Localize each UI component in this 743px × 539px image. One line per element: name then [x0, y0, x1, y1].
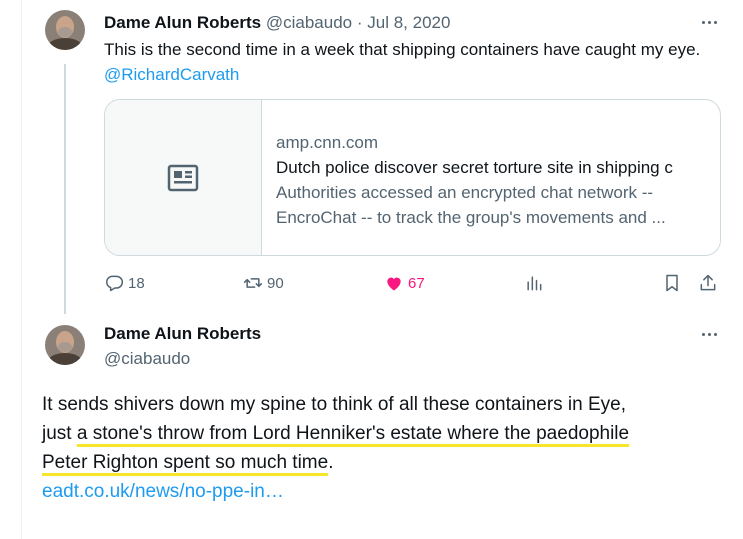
tweet-text: It sends shivers down my spine to think …	[42, 390, 722, 506]
card-description-line-1: Authorities accessed an encrypted chat n…	[276, 183, 654, 202]
share-icon	[700, 274, 716, 291]
card-title: Dutch police discover secret torture sit…	[276, 158, 673, 177]
separator: ·	[356, 13, 363, 32]
avatar[interactable]	[45, 10, 85, 50]
timeline-border	[21, 0, 22, 539]
reply-button[interactable]: 18	[104, 270, 145, 296]
like-count: 67	[408, 274, 425, 292]
bookmark-icon	[666, 274, 678, 292]
more-icon[interactable]	[697, 12, 721, 32]
author-handle[interactable]: @ciabaudo	[104, 348, 190, 370]
link-card[interactable]: amp.cnn.com Dutch police discover secret…	[104, 99, 721, 256]
retweet-count: 90	[267, 274, 284, 292]
author-name[interactable]: Dame Alun Roberts	[104, 323, 261, 345]
tweet-header: Dame Alun Roberts @ciabaudo · Jul 8, 202…	[104, 12, 450, 34]
avatar[interactable]	[45, 325, 85, 365]
article-icon	[167, 164, 199, 191]
highlighted-text-1: a stone's throw from Lord Henniker's est…	[76, 423, 630, 444]
author-name[interactable]: Dame Alun Roberts	[104, 13, 261, 32]
highlighted-text-2: Peter Righton spent so much time	[42, 452, 329, 473]
bookmark-button[interactable]	[662, 270, 682, 296]
action-bar: 18 90 67	[104, 270, 724, 296]
tweet-text-period: .	[328, 452, 334, 473]
heart-icon	[387, 277, 401, 291]
mention-link[interactable]: @RichardCarvath	[104, 65, 239, 84]
article-link[interactable]: eadt.co.uk/news/no-ppe-in…	[42, 477, 722, 506]
card-description-line-2: EncroChat -- to track the group's moveme…	[276, 208, 666, 227]
author-handle[interactable]: @ciabaudo	[266, 13, 352, 32]
tweet-text-part-1: It sends shivers down my spine to think …	[42, 394, 627, 415]
like-button[interactable]: 67	[384, 270, 425, 296]
reply-icon	[106, 275, 124, 292]
card-thumbnail	[105, 100, 262, 255]
tweet-text: This is the second time in a week that s…	[104, 37, 724, 87]
tweet-date[interactable]: Jul 8, 2020	[367, 13, 450, 32]
more-icon[interactable]	[697, 324, 721, 344]
thread-connector	[64, 64, 66, 314]
retweet-icon	[243, 278, 263, 288]
tweet-text-part-2: just	[42, 423, 77, 444]
views-icon	[527, 276, 542, 291]
retweet-button[interactable]: 90	[243, 270, 284, 296]
views-button[interactable]	[524, 270, 544, 296]
card-domain: amp.cnn.com	[276, 133, 379, 152]
card-text: amp.cnn.com Dutch police discover secret…	[262, 100, 707, 255]
reply-count: 18	[128, 274, 145, 292]
share-button[interactable]	[698, 270, 718, 296]
tweet-text-content: This is the second time in a week that s…	[104, 40, 701, 59]
